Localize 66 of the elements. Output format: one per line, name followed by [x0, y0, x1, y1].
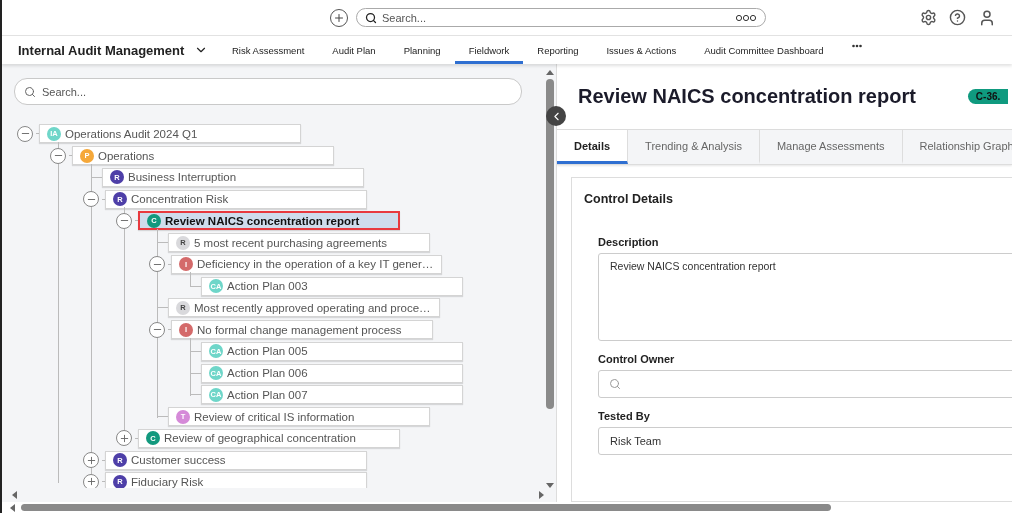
settings-icon — [920, 9, 937, 26]
detail-tab[interactable]: Details — [557, 130, 629, 164]
node-label: Operations Audit 2024 Q1 — [65, 127, 198, 140]
field-label: Tested By — [598, 410, 651, 422]
node-label: Review of critical IS information — [194, 410, 355, 423]
node-label: Business Interruption — [128, 171, 237, 184]
node-label: Action Plan 007 — [227, 388, 308, 401]
nav-tab[interactable]: Issues & Actions — [592, 36, 691, 64]
section-title: Control Details — [584, 192, 674, 206]
node-label: Action Plan 005 — [227, 345, 308, 358]
plus-icon — [85, 454, 97, 466]
nav-tab[interactable]: Fieldwork — [454, 36, 524, 64]
node-label: No formal change management process — [197, 323, 402, 336]
app-menu[interactable]: Internal Audit Management — [2, 36, 218, 64]
field-label: Description — [598, 236, 660, 248]
nav-tab[interactable]: Audit Committee Dashboard — [690, 36, 838, 64]
id-badge: C-36. — [967, 89, 1009, 104]
more-icon[interactable] — [735, 13, 757, 22]
node-label: 5 most recent purchasing agreements — [194, 236, 388, 249]
field-label: Control Owner — [598, 353, 676, 365]
search-icon — [24, 85, 36, 98]
record-title: Review NAICS concentration report — [578, 85, 916, 108]
detail-tab[interactable]: Manage Assessments — [759, 130, 903, 164]
collapse-button[interactable] — [149, 321, 165, 338]
search-input[interactable]: Search... — [382, 11, 730, 24]
help-button[interactable] — [949, 9, 966, 26]
nav-tab[interactable]: Reporting — [523, 36, 593, 64]
collapse-panel-button[interactable] — [546, 106, 566, 126]
user-icon — [978, 8, 996, 27]
settings-button[interactable] — [920, 9, 937, 26]
plus-icon — [85, 476, 97, 488]
collapse-button[interactable] — [17, 125, 33, 142]
add-button[interactable] — [330, 8, 348, 27]
node-label: Review NAICS concentration report — [165, 214, 360, 227]
node-label: Customer success — [131, 454, 226, 467]
plus-icon — [333, 11, 345, 24]
collapse-button[interactable] — [149, 256, 165, 273]
user-button[interactable] — [978, 8, 996, 27]
nav-tab[interactable]: Planning — [389, 36, 455, 64]
node-label: Action Plan 006 — [227, 367, 308, 380]
search-icon — [365, 11, 377, 24]
expand-button[interactable] — [116, 430, 132, 447]
search-input[interactable]: Search... — [42, 85, 512, 98]
nav-tab[interactable]: Risk Assessment — [218, 36, 319, 64]
help-icon — [949, 9, 966, 26]
node-label: Deficiency in the operation of a key IT gener… — [197, 258, 434, 271]
expand-button[interactable] — [83, 452, 99, 469]
tree-search-field[interactable]: Search... — [14, 78, 522, 105]
search-icon — [609, 378, 621, 390]
nav-tab[interactable]: Audit Plan — [318, 36, 390, 64]
collapse-button[interactable] — [50, 147, 66, 164]
text-field[interactable]: Risk Team — [598, 427, 1012, 455]
more-icon[interactable] — [851, 44, 862, 48]
owner-search-field[interactable] — [598, 370, 1012, 398]
node-label: Fiduciary Risk — [131, 475, 204, 488]
description-field[interactable]: Review NAICS concentration report — [598, 253, 1012, 341]
collapse-button[interactable] — [116, 212, 132, 229]
node-label: Concentration Risk — [131, 193, 229, 206]
node-label: Operations — [98, 149, 155, 162]
plus-icon — [118, 432, 130, 444]
node-label: Most recently approved operating and proce… — [194, 301, 431, 314]
node-label: Review of geographical concentration — [164, 432, 356, 445]
expand-button[interactable] — [83, 473, 99, 488]
detail-tab[interactable]: Trending & Analysis — [628, 130, 760, 164]
collapse-button[interactable] — [83, 191, 99, 208]
node-label: Action Plan 003 — [227, 280, 308, 293]
